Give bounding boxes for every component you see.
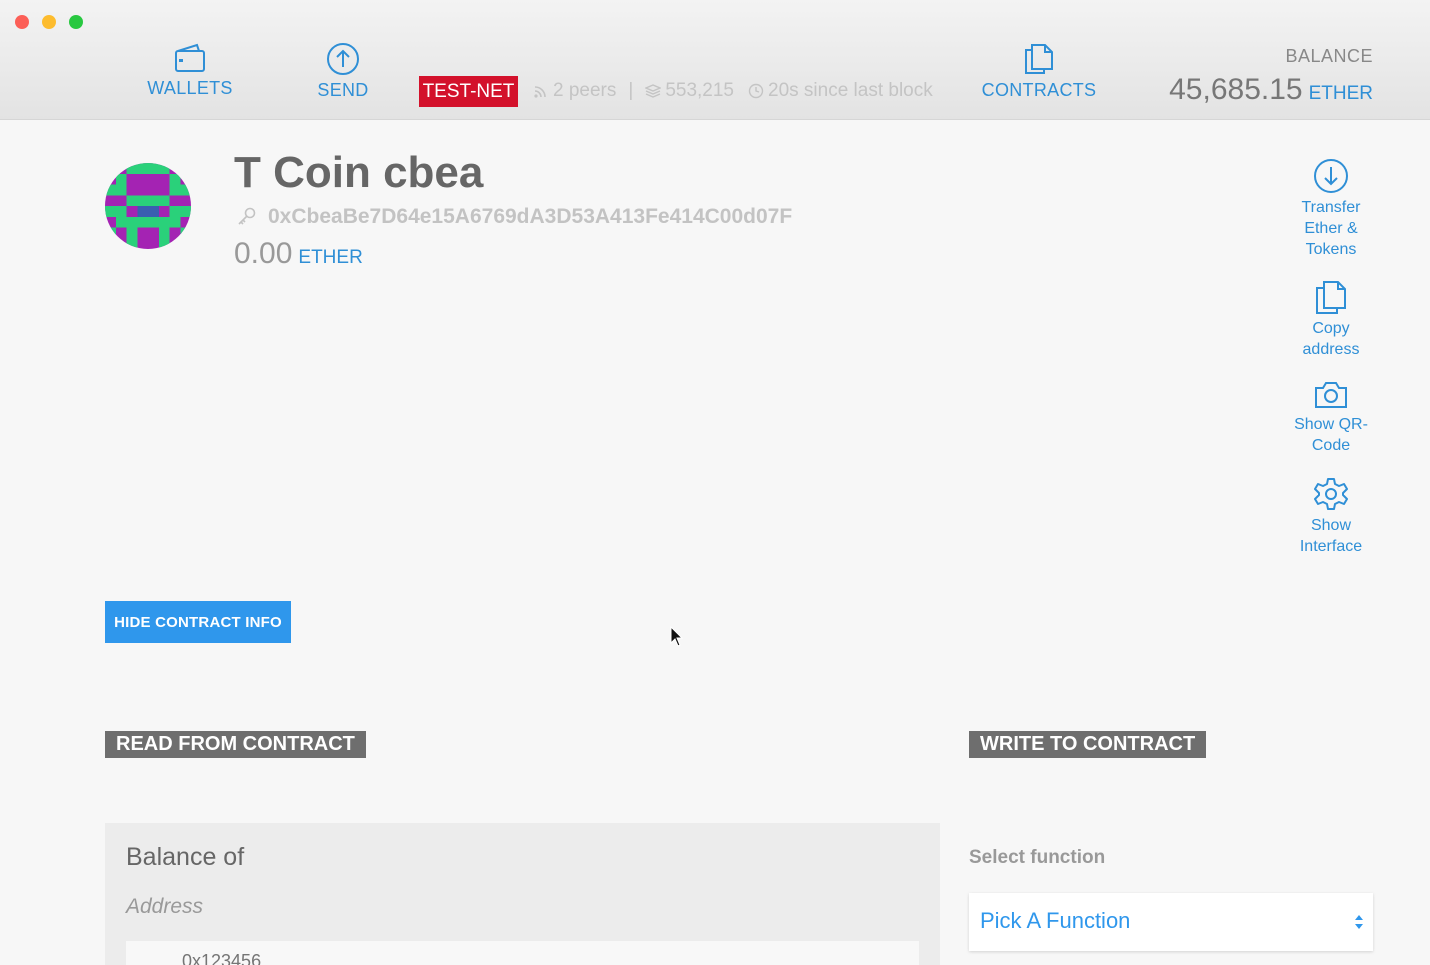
network-info: 2 peers | 553,215 20s since last block — [533, 80, 933, 102]
account-balance: 0.00 ETHER — [234, 237, 363, 271]
copy-address-button[interactable]: Copy address — [1286, 279, 1376, 360]
interface-label-2: Interface — [1299, 538, 1363, 555]
show-interface-button[interactable]: Show Interface — [1286, 476, 1376, 557]
read-function-name: Balance of — [126, 843, 245, 871]
account-name: T Coin cbea — [234, 148, 484, 197]
copy-icon — [1316, 281, 1346, 314]
select-arrows-icon — [1355, 915, 1363, 929]
gear-icon — [1314, 478, 1348, 510]
account-balance-unit: ETHER — [298, 247, 363, 268]
network-separator: | — [628, 80, 634, 101]
balance-label: BALANCE — [1285, 46, 1373, 66]
total-balance-value: 45,685.15 — [1169, 73, 1303, 106]
mouse-cursor-icon — [670, 626, 684, 647]
show-qr-code-button[interactable]: Show QR- Code — [1286, 379, 1376, 456]
transfer-label-2: Ether & — [1304, 220, 1358, 237]
peers-info: 2 peers — [533, 80, 616, 102]
select-function-label: Select function — [969, 847, 1106, 868]
close-window-button[interactable] — [15, 15, 29, 29]
copy-label-1: Copy — [1312, 320, 1350, 337]
wallet-icon — [175, 43, 205, 72]
contracts-icon — [1025, 44, 1053, 74]
read-function-panel: Balance of Address — [105, 823, 940, 965]
arrow-up-circle-icon — [327, 43, 359, 75]
maximize-window-button[interactable] — [69, 15, 83, 29]
nav-send-button[interactable]: SEND — [300, 42, 386, 101]
peers-count: 2 peers — [553, 80, 617, 101]
transfer-label-3: Tokens — [1305, 241, 1357, 258]
nav-contracts-label: CONTRACTS — [981, 80, 1097, 100]
copy-label-2: address — [1302, 341, 1360, 358]
read-param-label: Address — [126, 895, 204, 918]
account-identicon — [105, 163, 191, 249]
qr-label-1: Show QR- — [1294, 416, 1368, 433]
block-info: 553,215 — [645, 80, 734, 102]
camera-icon — [1315, 382, 1347, 408]
nav-wallets-button[interactable]: WALLETS — [140, 42, 240, 99]
write-to-contract-heading: WRITE TO CONTRACT — [969, 731, 1207, 758]
signal-icon — [534, 86, 546, 98]
transfer-ether-tokens-button[interactable]: Transfer Ether & Tokens — [1286, 158, 1376, 260]
account-address[interactable]: 0xCbeaBe7D64e15A6769dA3D53A413Fe414C00d0… — [236, 205, 792, 229]
function-select-value: Pick A Function — [980, 908, 1131, 933]
transfer-label-1: Transfer — [1301, 199, 1361, 216]
read-from-contract-heading: READ FROM CONTRACT — [105, 731, 366, 758]
clock-icon — [748, 83, 764, 99]
key-icon — [238, 207, 256, 225]
layers-icon — [645, 84, 662, 98]
qr-label-2: Code — [1311, 437, 1351, 454]
account-address-text: 0xCbeaBe7D64e15A6769dA3D53A413Fe414C00d0… — [268, 205, 793, 228]
account-balance-value: 0.00 — [234, 237, 293, 270]
last-block-info: 20s since last block — [748, 80, 933, 102]
function-select[interactable]: Pick A Function — [969, 893, 1373, 951]
nav-contracts-button[interactable]: CONTRACTS — [975, 42, 1103, 101]
total-balance: 45,685.15 ETHER — [1169, 73, 1373, 107]
testnet-badge: TEST-NET — [419, 76, 518, 107]
top-bar: WALLETS SEND TEST-NET 2 peers | 553,215 … — [0, 0, 1430, 120]
block-number: 553,215 — [665, 80, 734, 101]
minimize-window-button[interactable] — [42, 15, 56, 29]
app-window: WALLETS SEND TEST-NET 2 peers | 553,215 … — [0, 0, 1430, 965]
nav-wallets-label: WALLETS — [147, 78, 233, 98]
total-balance-unit: ETHER — [1308, 83, 1373, 104]
interface-label-1: Show — [1310, 517, 1352, 534]
arrow-down-circle-icon — [1314, 159, 1348, 193]
hide-contract-info-button[interactable]: HIDE CONTRACT INFO — [105, 601, 291, 643]
nav-send-label: SEND — [317, 80, 369, 100]
since-last-block: 20s since last block — [768, 80, 933, 101]
address-input[interactable] — [126, 941, 919, 965]
